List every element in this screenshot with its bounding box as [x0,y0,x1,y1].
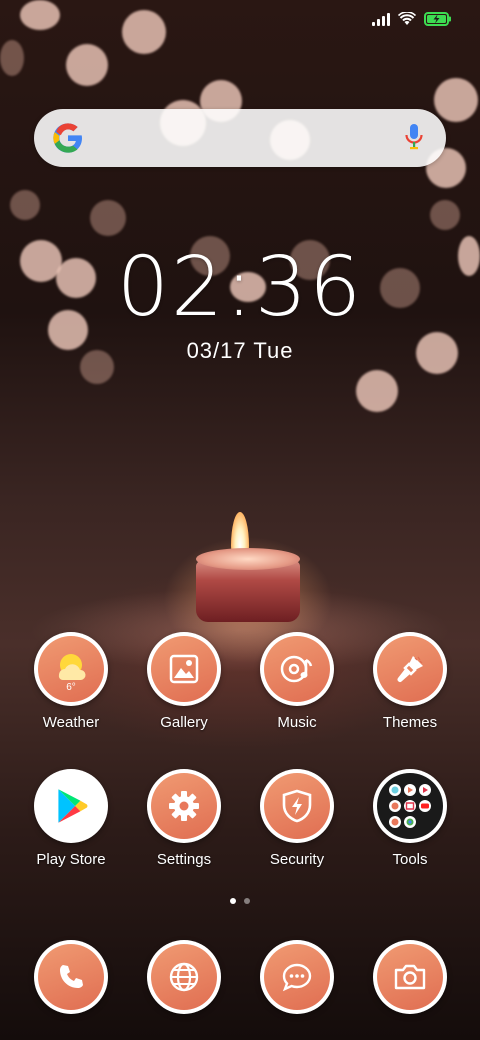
app-security[interactable]: Security [242,769,352,868]
themes-brush-icon [373,632,447,706]
app-tools-folder[interactable]: Tools [355,769,465,868]
page-dot-active [230,898,236,904]
battery-charging-icon [424,12,451,26]
app-label: Music [277,714,317,731]
play-store-icon [34,769,108,843]
clock-time[interactable]: 02:36 [0,240,480,336]
weather-icon: 6° [34,632,108,706]
browser-globe-icon [147,940,221,1014]
app-play-store[interactable]: Play Store [16,769,126,868]
clock-date: 03/17 Tue [186,338,294,363]
app-themes[interactable]: Themes [355,632,465,731]
status-bar [372,12,452,26]
app-label: Gallery [160,714,208,731]
messages-icon [260,940,334,1014]
dock-messages[interactable] [242,940,352,1014]
app-label: Settings [156,851,212,868]
app-gallery[interactable]: Gallery [129,632,239,731]
dock-browser[interactable] [129,940,239,1014]
wifi-icon [398,12,416,25]
security-shield-icon [260,769,334,843]
mic-icon[interactable] [404,123,424,151]
dock-camera[interactable] [355,940,465,1014]
signal-icon [372,12,390,26]
page-indicator [0,898,480,904]
camera-icon [373,940,447,1014]
page-dot [244,898,250,904]
music-icon [260,632,334,706]
gallery-icon [147,632,221,706]
dock-phone[interactable] [16,940,126,1014]
app-label: Weather [42,714,100,731]
app-music[interactable]: Music [242,632,352,731]
app-label: Security [269,851,325,868]
app-settings[interactable]: Settings [129,769,239,868]
gear-icon [147,769,221,843]
app-weather[interactable]: 6° Weather [16,632,126,731]
app-label: Tools [392,851,428,868]
app-label: Play Store [36,851,106,868]
tools-folder-icon [373,769,447,843]
weather-temperature: 6° [66,682,76,693]
google-g-icon [53,123,82,153]
phone-icon [34,940,108,1014]
app-label: Themes [382,714,438,731]
google-search-bar[interactable] [34,109,446,167]
